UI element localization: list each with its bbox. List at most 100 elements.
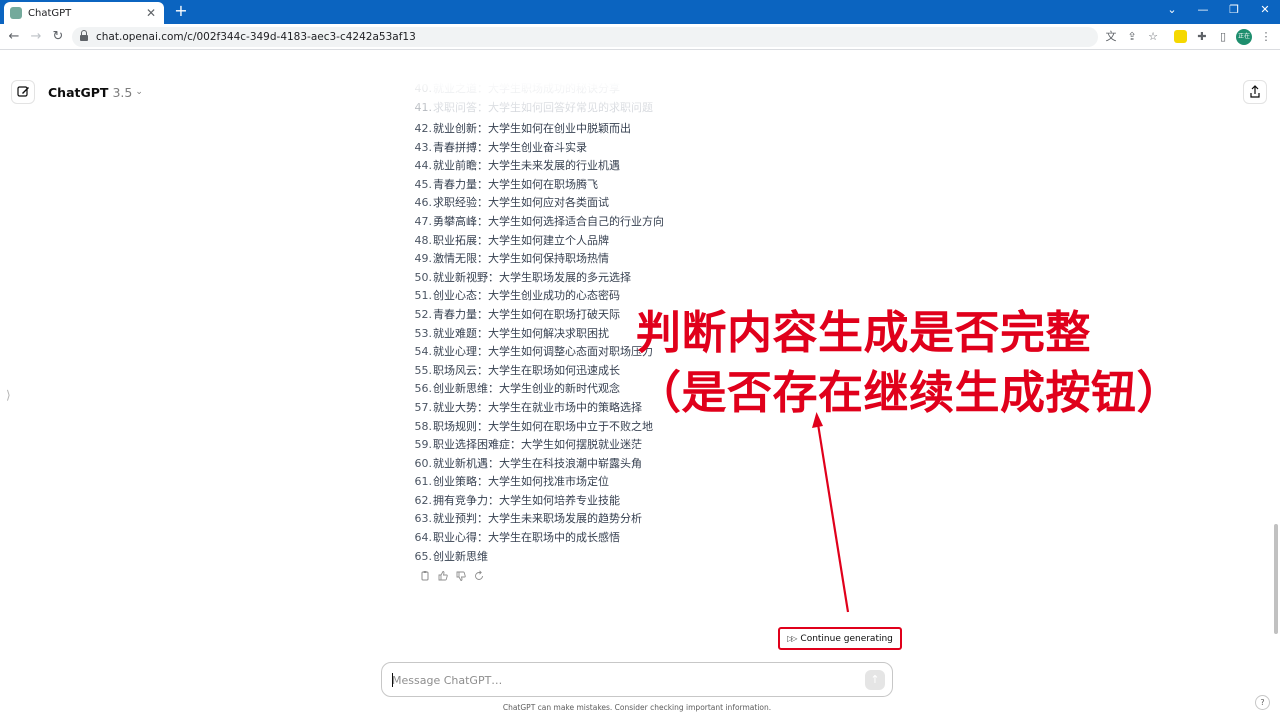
help-button[interactable]: ?	[1255, 695, 1270, 710]
reload-icon[interactable]: ↻	[49, 28, 67, 46]
profile-avatar[interactable]: 正在	[1236, 29, 1252, 45]
new-chat-button[interactable]	[11, 80, 35, 104]
line-number: 48.	[414, 233, 433, 247]
line-number: 63.	[414, 512, 433, 526]
chevron-down-icon: ⌄	[135, 87, 143, 97]
line-number: 50.	[414, 270, 433, 284]
list-item: 58. 职场规则：大学生如何在职场中立于不败之地	[410, 418, 664, 437]
back-arrow-icon[interactable]: ←	[5, 28, 23, 46]
continue-generating-button[interactable]: ▷▷ Continue generating	[778, 627, 902, 650]
faded-scrolled-lines: 40. 就业之道：大学生职场成功的秘诀分享 41. 求职问答：大学生如何回答好常…	[410, 73, 710, 113]
line-number: 51.	[414, 289, 433, 303]
line-number: 41.	[414, 100, 433, 113]
line-text: 职业选择困难症：大学生如何摆脱就业迷茫	[433, 438, 642, 452]
fast-forward-icon: ▷▷	[787, 634, 797, 643]
list-item: 56. 创业新思维：大学生创业的新时代观念	[410, 380, 664, 399]
line-text: 拥有竞争力：大学生如何培养专业技能	[433, 493, 620, 507]
list-item: 46. 求职经验：大学生如何应对各类面试	[410, 194, 664, 213]
line-number: 60.	[414, 456, 433, 470]
line-text: 就业难题：大学生如何解决求职困扰	[433, 326, 609, 340]
share-chat-button[interactable]	[1243, 80, 1267, 104]
line-text: 就业新机遇：大学生在科技浪潮中崭露头角	[433, 456, 642, 470]
translate-icon[interactable]: 文	[1103, 29, 1119, 45]
annotation-subtitle: （是否存在继续生成按钮）	[636, 366, 1183, 419]
list-item: 52. 青春力量：大学生如何在职场打破天际	[410, 306, 664, 325]
thumbs-up-icon[interactable]	[437, 570, 449, 582]
list-item: 61. 创业策略：大学生如何找准市场定位	[410, 473, 664, 492]
side-panel-icon[interactable]: ▯	[1215, 29, 1231, 45]
list-item: 64. 职业心得：大学生在职场中的成长感悟	[410, 529, 664, 548]
line-number: 54.	[414, 345, 433, 359]
line-number: 62.	[414, 493, 433, 507]
bookmark-star-icon[interactable]: ☆	[1145, 29, 1161, 45]
extensions-puzzle-icon[interactable]: ✚	[1194, 29, 1210, 45]
url-text[interactable]: chat.openai.com/c/002f344c-349d-4183-aec…	[96, 31, 416, 43]
message-input[interactable]	[392, 671, 852, 689]
lock-icon[interactable]	[80, 30, 88, 41]
send-button[interactable]: ↑	[865, 670, 885, 690]
scrollbar-thumb[interactable]	[1274, 524, 1278, 634]
list-item: 40. 就业之道：大学生职场成功的秘诀分享	[410, 80, 710, 99]
line-number: 53.	[414, 326, 433, 340]
regenerate-icon[interactable]	[473, 570, 485, 582]
tab-search-chevron-icon[interactable]: ⌄	[1157, 0, 1187, 20]
line-number: 58.	[414, 419, 433, 433]
assistant-message-list: 42. 就业创新：大学生如何在创业中脱颖而出 43. 青春拼搏：大学生创业奋斗实录 …	[410, 120, 665, 566]
text-caret	[392, 673, 393, 687]
line-text: 就业心理：大学生如何调整心态面对职场压力	[433, 345, 653, 359]
line-text: 职业拓展：大学生如何建立个人品牌	[433, 233, 609, 247]
browser-menu-icon[interactable]: ⋮	[1258, 29, 1274, 45]
line-text: 激情无限：大学生如何保持职场热情	[433, 252, 609, 266]
arrow-up-icon: ↑	[870, 673, 880, 686]
browser-tab-chatgpt[interactable]: ChatGPT ✕	[4, 2, 164, 24]
sidebar-toggle-icon[interactable]: ⟩	[6, 388, 14, 402]
close-window-icon[interactable]: ✕	[1250, 0, 1280, 20]
extension-badge-icon[interactable]	[1174, 30, 1187, 43]
continue-generating-label: Continue generating	[800, 633, 893, 644]
message-actions	[419, 570, 485, 582]
line-text: 青春力量：大学生如何在职场打破天际	[433, 307, 620, 321]
forward-arrow-icon[interactable]: →	[27, 28, 45, 46]
new-tab-button[interactable]: +	[172, 2, 190, 20]
line-number: 44.	[414, 159, 433, 173]
close-tab-icon[interactable]: ✕	[144, 6, 158, 20]
line-text: 创业心态：大学生创业成功的心态密码	[433, 289, 620, 303]
list-item: 63. 就业预判：大学生未来职场发展的趋势分析	[410, 510, 664, 529]
edit-pencil-icon	[17, 86, 29, 97]
fade-overlay	[410, 73, 710, 113]
line-number: 64.	[414, 531, 433, 545]
disclaimer-text: ChatGPT can make mistakes. Consider chec…	[502, 703, 772, 712]
annotation-title: 判断内容生成是否完整	[636, 306, 1092, 359]
line-number: 57.	[414, 400, 433, 414]
line-text: 青春力量：大学生如何在职场腾飞	[433, 177, 598, 191]
thumbs-down-icon[interactable]	[455, 570, 467, 582]
list-item: 57. 就业大势：大学生在就业市场中的策略选择	[410, 399, 664, 418]
model-version: 3.5	[112, 84, 133, 100]
line-number: 42.	[414, 122, 433, 135]
browser-tab-bar: ChatGPT ✕ + ⌄ — ❐ ✕	[0, 0, 1280, 24]
restore-window-icon[interactable]: ❐	[1219, 0, 1249, 20]
model-selector[interactable]: ChatGPT 3.5 ⌄	[48, 82, 143, 102]
line-number: 45.	[414, 177, 433, 191]
list-item: 45. 青春力量：大学生如何在职场腾飞	[410, 176, 664, 195]
list-item: 41. 求职问答：大学生如何回答好常见的求职问题	[410, 99, 710, 113]
list-item: 43. 青春拼搏：大学生创业奋斗实录	[410, 139, 664, 158]
tab-title: ChatGPT	[28, 7, 72, 19]
line-text: 求职经验：大学生如何应对各类面试	[433, 196, 609, 210]
line-text: 就业预判：大学生未来职场发展的趋势分析	[433, 512, 642, 526]
line-text: 创业新思维	[433, 549, 488, 563]
address-bar[interactable]: chat.openai.com/c/002f344c-349d-4183-aec…	[72, 27, 1098, 47]
upload-share-icon	[1250, 85, 1260, 98]
list-item: 50. 就业新视野：大学生职场发展的多元选择	[410, 269, 664, 288]
list-item: 51. 创业心态：大学生创业成功的心态密码	[410, 287, 664, 306]
line-text: 创业策略：大学生如何找准市场定位	[433, 475, 609, 489]
line-number: 43.	[414, 140, 433, 154]
line-number: 59.	[414, 438, 433, 452]
list-item: 53. 就业难题：大学生如何解决求职困扰	[410, 325, 664, 344]
line-text: 就业创新：大学生如何在创业中脱颖而出	[433, 122, 631, 135]
share-page-icon[interactable]: ⇪	[1124, 29, 1140, 45]
minimize-window-icon[interactable]: —	[1188, 0, 1218, 20]
line-number: 47.	[414, 214, 433, 228]
copy-icon[interactable]	[419, 570, 431, 582]
line-number: 46.	[414, 196, 433, 210]
